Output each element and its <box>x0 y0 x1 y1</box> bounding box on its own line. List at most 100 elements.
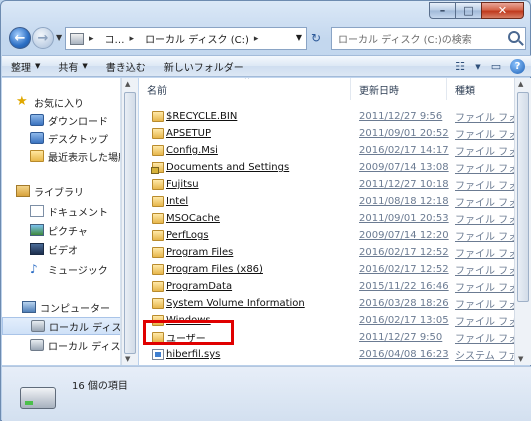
file-name[interactable]: Documents and Settings <box>166 162 289 173</box>
videos-icon <box>30 243 44 255</box>
file-name[interactable]: hiberfil.sys <box>166 349 220 360</box>
new-folder-button[interactable]: 新しいフォルダー <box>155 59 253 74</box>
sidebar-item-label: ローカル ディスク <box>48 341 121 353</box>
back-button[interactable]: ← <box>9 27 31 49</box>
file-name[interactable]: System Volume Information <box>166 298 305 309</box>
search-placeholder: ローカル ディスク (C:)の検索 <box>338 35 472 46</box>
table-row[interactable]: Program Files (x86) 2016/02/17 12:52 ファイル … <box>139 261 514 278</box>
column-header-label: 更新日時 <box>359 85 399 97</box>
share-button[interactable]: 共有 ▼ <box>49 59 96 74</box>
folder-icon <box>152 128 164 139</box>
file-name[interactable]: $RECYCLE.BIN <box>166 111 237 122</box>
sidebar-item-downloads[interactable]: ダウンロード <box>30 111 120 129</box>
sidebar-item-favorites[interactable]: ★ お気に入り <box>16 93 120 111</box>
table-row[interactable]: System Volume Information 2016/03/28 18:2… <box>139 295 514 312</box>
search-input[interactable]: ローカル ディスク (C:)の検索 <box>331 27 526 50</box>
file-type: ファイル フォ <box>455 130 514 141</box>
breadcrumb-local-disk[interactable]: ローカル ディスク (C:) <box>145 31 249 46</box>
maximize-button[interactable]: □ <box>455 2 481 19</box>
refresh-icon[interactable]: ↻ <box>311 31 321 45</box>
column-header-type[interactable]: 種類 <box>447 78 514 100</box>
sidebar-item-desktop[interactable]: デスクトップ <box>30 129 120 147</box>
breadcrumb-separator-icon[interactable]: ▸ <box>254 34 259 44</box>
table-row[interactable]: Documents and Settings 2009/07/14 13:08 ファ… <box>139 159 514 176</box>
file-name[interactable]: Intel <box>166 196 188 207</box>
search-icon[interactable] <box>508 31 520 43</box>
table-row[interactable]: Program Files 2016/02/17 12:52 ファイル フォ <box>139 244 514 261</box>
table-row[interactable]: MSOCache 2011/09/01 20:53 ファイル フォ <box>139 210 514 227</box>
table-row[interactable]: ProgramData 2015/11/22 16:46 ファイル フォ <box>139 278 514 295</box>
scroll-down-icon[interactable]: ▼ <box>518 355 523 363</box>
burn-button[interactable]: 書き込む <box>97 59 155 74</box>
breadcrumb-separator-icon[interactable]: ▸ <box>130 34 135 44</box>
organize-button[interactable]: 整理 ▼ <box>2 59 49 74</box>
sidebar-item-local-disk[interactable]: ローカル ディスク <box>30 336 121 354</box>
command-bar-right: ☷ ▼ ▭ ? <box>452 59 525 74</box>
navigation-pane-scrollbar[interactable]: ▲ ▼ <box>121 78 138 365</box>
folder-icon <box>152 179 164 190</box>
column-header-label: 種類 <box>455 85 475 97</box>
file-type: システム ファ <box>455 351 514 362</box>
command-bar: 整理 ▼ 共有 ▼ 書き込む 新しいフォルダー ☷ ▼ ▭ ? <box>2 55 531 77</box>
sidebar-item-computer[interactable]: コンピューター <box>22 298 120 316</box>
sidebar-item-label: ローカル ディスク (C:) <box>49 322 121 334</box>
file-date: 2011/12/27 10:18 <box>359 179 449 190</box>
file-type: ファイル フォ <box>455 317 514 328</box>
sidebar-item-pictures[interactable]: ピクチャ <box>30 221 120 239</box>
file-list-scrollbar[interactable]: ▲ ▼ <box>514 78 531 365</box>
file-name[interactable]: ProgramData <box>166 281 232 292</box>
sidebar-item-label: お気に入り <box>34 98 84 110</box>
scroll-down-icon[interactable]: ▼ <box>125 355 130 363</box>
file-type: ファイル フォ <box>455 249 514 260</box>
scroll-thumb[interactable] <box>124 92 136 354</box>
address-dropdown-icon[interactable]: ▼ <box>296 33 302 42</box>
file-date: 2011/08/18 12:18 <box>359 196 449 207</box>
table-row[interactable]: APSETUP 2011/09/01 20:52 ファイル フォ <box>139 125 514 142</box>
breadcrumb-separator-icon[interactable]: ▸ <box>89 34 94 44</box>
help-icon[interactable]: ? <box>510 59 525 74</box>
file-date: 2016/02/17 12:52 <box>359 264 449 275</box>
sidebar-item-videos[interactable]: ビデオ <box>30 240 120 258</box>
scroll-up-icon[interactable]: ▲ <box>125 80 130 88</box>
file-name[interactable]: Fujitsu <box>166 179 199 190</box>
sidebar-item-documents[interactable]: ドキュメント <box>30 202 120 220</box>
table-row[interactable]: Intel 2011/08/18 12:18 ファイル フォ <box>139 193 514 210</box>
column-header-date[interactable]: 更新日時 <box>351 78 447 100</box>
sidebar-item-music[interactable]: ♪ ミュージック <box>30 260 120 278</box>
table-row[interactable]: $RECYCLE.BIN 2011/12/27 9:56 ファイル フォ <box>139 108 514 125</box>
sidebar-item-local-disk-c[interactable]: ローカル ディスク (C:) <box>2 317 121 335</box>
file-name[interactable]: PerfLogs <box>166 230 209 241</box>
sort-arrow-icon: ^ <box>244 78 250 84</box>
sidebar-item-recent-places[interactable]: 最近表示した場所 <box>30 147 120 165</box>
table-row[interactable]: hiberfil.sys 2016/04/08 16:23 システム ファ <box>139 346 514 363</box>
chevron-down-icon[interactable]: ▼ <box>474 59 482 74</box>
file-name[interactable]: APSETUP <box>166 128 211 139</box>
file-name[interactable]: Program Files <box>166 247 233 258</box>
sidebar-item-label: ビデオ <box>48 245 78 257</box>
breadcrumb-computer[interactable]: コ… <box>105 31 125 46</box>
sidebar-item-label: ライブラリ <box>34 187 84 199</box>
address-bar[interactable]: ▸ コ… ▸ ローカル ディスク (C:) ▸ ▼ <box>65 27 307 50</box>
file-date: 2016/03/28 18:26 <box>359 298 449 309</box>
file-name[interactable]: Program Files (x86) <box>166 264 263 275</box>
sidebar-item-label: ダウンロード <box>48 116 108 128</box>
sidebar-item-libraries[interactable]: ライブラリ <box>16 182 120 200</box>
table-row[interactable]: Fujitsu 2011/12/27 10:18 ファイル フォ <box>139 176 514 193</box>
forward-button[interactable]: → <box>32 27 54 49</box>
preview-pane-icon[interactable]: ▭ <box>488 59 504 74</box>
file-date: 2015/11/22 16:46 <box>359 281 449 292</box>
change-view-icon[interactable]: ☷ <box>452 59 468 74</box>
table-row[interactable]: PerfLogs 2009/07/14 12:20 ファイル フォ <box>139 227 514 244</box>
close-button[interactable]: ✕ <box>481 2 524 19</box>
file-name[interactable]: MSOCache <box>166 213 220 224</box>
sidebar-item-label: デスクトップ <box>48 134 108 146</box>
file-type: ファイル フォ <box>455 300 514 311</box>
file-name[interactable]: Config.Msi <box>166 145 218 156</box>
table-row[interactable]: Config.Msi 2016/02/17 14:17 ファイル フォ <box>139 142 514 159</box>
file-date: 2016/04/08 16:23 <box>359 349 449 360</box>
recent-pages-dropdown-icon[interactable]: ▼ <box>56 33 62 42</box>
scroll-thumb[interactable] <box>517 92 529 302</box>
scroll-up-icon[interactable]: ▲ <box>518 80 523 88</box>
column-header-name[interactable]: 名前 ^ <box>139 78 351 100</box>
minimize-button[interactable]: – <box>429 2 455 19</box>
